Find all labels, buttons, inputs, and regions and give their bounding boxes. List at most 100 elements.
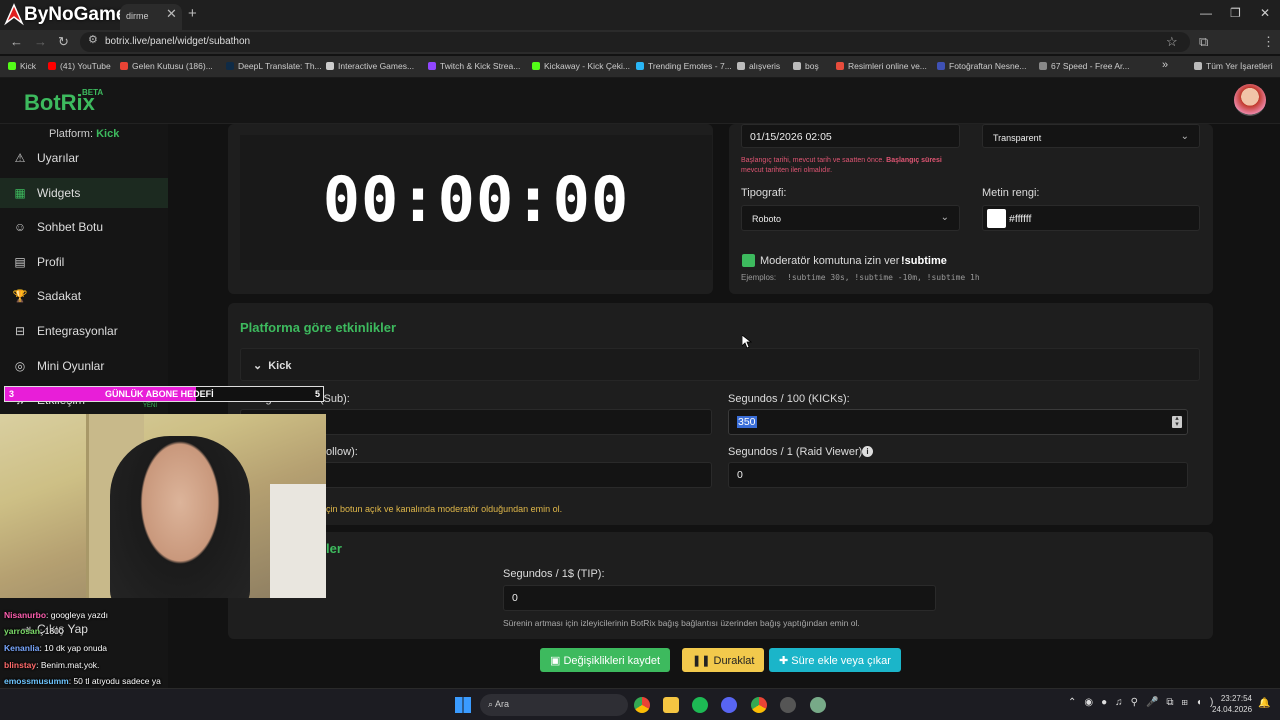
notification-icon[interactable]: 🔔 <box>1258 698 1270 709</box>
url-text: botrix.live/panel/widget/subathon <box>105 36 251 47</box>
bookmark-item[interactable]: Tüm Yer İşaretleri <box>1194 61 1273 71</box>
chat-message: blinstay: Benim.mat.yok. <box>4 660 99 670</box>
mod-command-checkbox[interactable] <box>742 254 755 267</box>
bookmark-icon <box>793 62 801 70</box>
add-time-button[interactable]: ✚ Süre ekle veya çıkar <box>769 648 901 672</box>
bookmark-item[interactable]: boş <box>793 61 819 71</box>
bookmark-item[interactable]: Resimleri online ve... <box>836 61 927 71</box>
bookmark-icon <box>1194 62 1202 70</box>
info-icon[interactable]: i <box>862 446 873 457</box>
sidebar-item-mini-oyunlar[interactable]: ◎ Mini Oyunlar <box>0 351 168 381</box>
bookmark-item[interactable]: DeepL Translate: Th... <box>226 61 322 71</box>
sidebar-item-label: Uyarılar <box>37 151 80 165</box>
background-select[interactable]: Transparent ⌄ <box>982 124 1200 148</box>
reload-icon[interactable]: ↻ <box>58 34 69 50</box>
chrome-icon[interactable] <box>634 697 650 713</box>
url-field[interactable]: botrix.live/panel/widget/subathon <box>80 32 1190 52</box>
color-swatch[interactable] <box>987 209 1006 228</box>
kick-accordion-header[interactable]: ⌄ Kick <box>240 348 1200 381</box>
spotify-icon[interactable] <box>692 697 708 713</box>
sidebar-item-label: Sohbet Botu <box>37 220 104 234</box>
new-badge: YENİ <box>143 403 158 409</box>
pause-button[interactable]: ❚❚ Duraklat <box>682 648 765 672</box>
tray-icons[interactable]: ⌃◉●♫⚲🎤⧉⊞◖) <box>1068 697 1221 708</box>
bookmark-item[interactable]: (41) YouTube <box>48 61 111 71</box>
bookmark-item[interactable]: Gelen Kutusu (186)... <box>120 61 213 71</box>
typography-select[interactable]: Roboto ⌄ <box>741 205 960 231</box>
profile-icon: ▤ <box>14 255 26 269</box>
site-info-icon[interactable]: ⚙ <box>88 33 98 46</box>
new-tab-icon[interactable]: + <box>188 5 197 22</box>
typography-value: Roboto <box>752 214 782 224</box>
bookmark-icon <box>532 62 540 70</box>
bookmark-item[interactable]: Twitch & Kick Strea... <box>428 61 520 71</box>
back-icon[interactable]: ← <box>10 34 23 49</box>
kicks-seconds-input[interactable]: 350 ▴ ▾ <box>728 409 1188 435</box>
window-close-icon[interactable]: ✕ <box>1260 6 1270 20</box>
clock-time: 23:27:54 <box>1220 694 1252 703</box>
sidebar-item-profil[interactable]: ▤ Profil <box>0 247 168 277</box>
donations-title: ler <box>326 541 342 556</box>
chat-message: emossmusumm: 50 tl atıyodu sadece ya <box>4 676 161 686</box>
windows-start-icon[interactable] <box>455 697 471 713</box>
bookmark-item[interactable]: Fotoğraftan Nesne... <box>937 61 1027 71</box>
save-button[interactable]: ▣ Değişiklikleri kaydet <box>540 648 671 672</box>
discord-icon[interactable] <box>721 697 737 713</box>
start-date-input[interactable]: 01/15/2026 02:05 <box>741 124 960 148</box>
typography-label: Tipografi: <box>741 187 787 199</box>
sidebar-item-sohbet-botu[interactable]: ☺ Sohbet Botu <box>0 212 168 242</box>
taskbar-clock[interactable]: 23:27:54 24.04.2026 <box>1212 693 1252 715</box>
logo-icon <box>4 3 24 26</box>
bookmark-icon <box>428 62 436 70</box>
extensions-icon[interactable]: ⧉ <box>1199 34 1208 50</box>
tip-seconds-input[interactable]: 0 <box>503 585 936 611</box>
number-stepper-icon[interactable]: ▴ ▾ <box>1172 415 1182 428</box>
beta-badge: BETA <box>82 88 104 97</box>
sub-goal-bar: 3 GÜNLÜK ABONE HEDEFİ 5 <box>4 386 324 402</box>
bookmark-item[interactable]: alışveris <box>737 61 780 71</box>
user-avatar[interactable] <box>1234 84 1266 116</box>
sidebar-item-uyar-lar[interactable]: ⚠ Uyarılar <box>0 143 168 173</box>
tab-title: dirme <box>126 11 149 21</box>
bookmarks-more-icon[interactable]: » <box>1162 59 1168 71</box>
bookmark-icon <box>737 62 745 70</box>
sidebar-item-widgets[interactable]: ▦ Widgets <box>0 178 168 208</box>
app-icon[interactable] <box>780 697 796 713</box>
settings-app-icon[interactable] <box>810 697 826 713</box>
tab-close-icon[interactable]: ✕ <box>166 6 177 22</box>
text-color-input[interactable]: #ffffff <box>982 205 1200 231</box>
bookmark-label: Resimleri online ve... <box>848 61 927 71</box>
chat-message: Nisanurbo: googleya yazdı <box>4 610 108 620</box>
tip-label: Segundos / 1$ (TIP): <box>503 568 605 580</box>
bot-mod-note: çin botun açık ve kanalında moderatör ol… <box>326 504 563 514</box>
menu-icon[interactable]: ⋮ <box>1262 34 1275 50</box>
taskbar-search[interactable]: ⌕ Ara <box>480 694 628 716</box>
sidebar-item-entegrasyonlar[interactable]: ⊟ Entegrasyonlar <box>0 316 168 346</box>
raid-seconds-input[interactable]: 0 <box>728 462 1188 488</box>
minimize-icon[interactable]: — <box>1200 6 1212 20</box>
kicks-value: 350 <box>737 416 757 428</box>
bookmark-item[interactable]: Trending Emotes - 7... <box>636 61 732 71</box>
chrome-active-icon[interactable] <box>751 697 767 713</box>
taskbar-search-label: Ara <box>495 699 510 709</box>
bookmark-label: (41) YouTube <box>60 61 111 71</box>
date-warning-text-2: mevcut tarihten ileri olmalıdır. <box>741 167 833 174</box>
bookmark-label: Twitch & Kick Strea... <box>440 61 521 71</box>
bookmark-item[interactable]: Interactive Games... <box>326 61 414 71</box>
bookmark-label: Kickaway - Kick Çeki... <box>544 61 630 71</box>
bookmark-item[interactable]: Kickaway - Kick Çeki... <box>532 61 630 71</box>
platform-value: Kick <box>96 128 120 140</box>
forward-icon[interactable]: → <box>34 34 47 49</box>
bookmark-star-icon[interactable]: ☆ <box>1166 34 1178 50</box>
sidebar-item-label: Sadakat <box>37 289 82 303</box>
trophy-icon: 🏆 <box>12 289 28 303</box>
bookmark-item[interactable]: Kick <box>8 61 36 71</box>
bookmark-item[interactable]: 67 Speed - Free Ar... <box>1039 61 1129 71</box>
save-label: Değişiklikleri kaydet <box>563 655 661 667</box>
folder-icon[interactable] <box>663 697 679 713</box>
pause-label: Duraklat <box>713 655 755 667</box>
sidebar-item-sadakat[interactable]: 🏆 Sadakat <box>0 281 168 311</box>
bookmark-label: boş <box>805 61 819 71</box>
maximize-icon[interactable]: ❐ <box>1230 6 1241 20</box>
plus-icon: ✚ <box>779 655 792 667</box>
